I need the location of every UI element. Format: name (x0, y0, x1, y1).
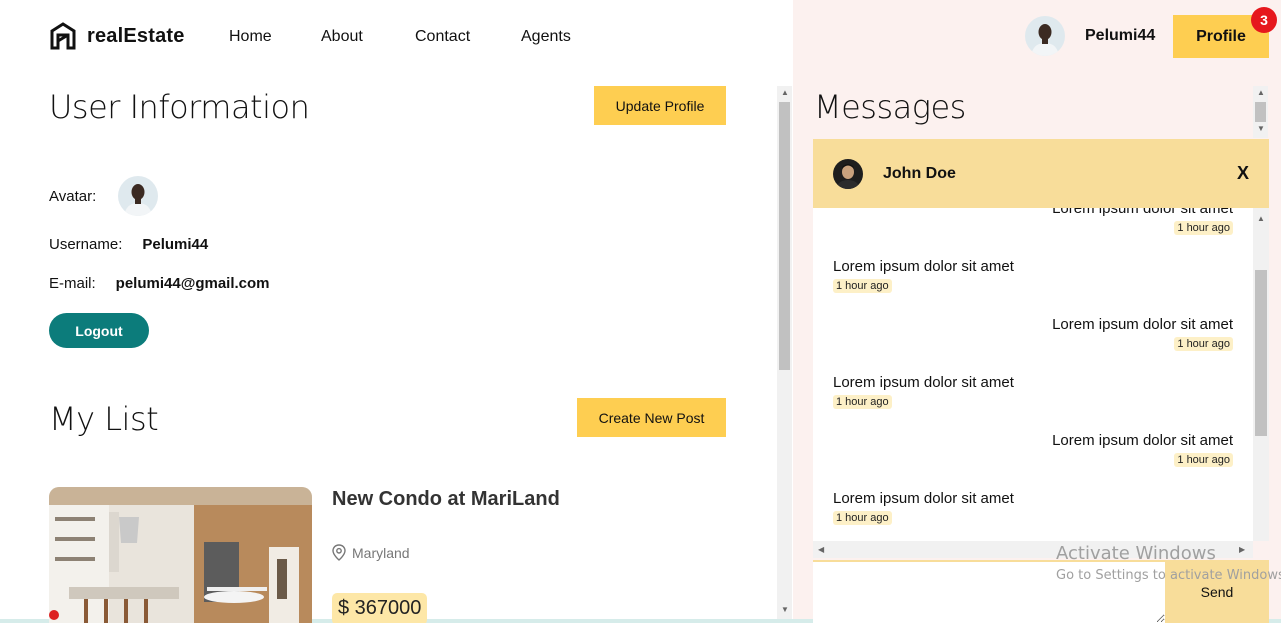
update-profile-button[interactable]: Update Profile (594, 86, 726, 125)
post-image[interactable] (49, 487, 312, 623)
chat-contact-name: John Doe (883, 164, 956, 182)
scroll-up-arrow-icon[interactable]: ▲ (1257, 214, 1265, 223)
message-time: 1 hour ago (833, 279, 892, 293)
windows-watermark-title: Activate Windows (1056, 543, 1216, 564)
my-list-title: My List (49, 400, 159, 438)
chat-header: John Doe X (813, 139, 1269, 208)
message-text: Lorem ipsum dolor sit amet (1052, 432, 1233, 449)
avatar (118, 176, 159, 216)
avatar-label: Avatar: (49, 187, 97, 205)
message-text: Lorem ipsum dolor sit amet (833, 490, 1014, 507)
scrollbar-thumb[interactable] (779, 102, 790, 370)
chat-messages: Lorem ipsum dolor sit amet 1 hour ago Lo… (813, 208, 1253, 541)
email-value: pelumi44@gmail.com (115, 275, 270, 292)
notification-badge: 3 (1251, 7, 1277, 33)
avatar-row: Avatar: (49, 176, 159, 216)
chat-message: Lorem ipsum dolor sit amet 1 hour ago (1052, 208, 1233, 235)
username-row: Username: Pelumi44 (49, 236, 208, 253)
email-row: E-mail: pelumi44@gmail.com (49, 275, 270, 292)
user-info-title: User Information (49, 88, 310, 126)
brand-logo[interactable]: realEstate (49, 22, 185, 50)
post-location: Maryland (332, 544, 410, 561)
scroll-left-arrow-icon[interactable]: ◀ (818, 545, 824, 554)
logout-button[interactable]: Logout (49, 313, 149, 348)
nav-link-about[interactable]: About (321, 28, 363, 46)
nav-link-home[interactable]: Home (229, 28, 272, 46)
message-time: 1 hour ago (833, 395, 892, 409)
message-time: 1 hour ago (1174, 453, 1233, 467)
scroll-down-arrow-icon[interactable]: ▼ (1257, 124, 1265, 133)
left-pane-scrollbar[interactable]: ▲ ▼ (777, 86, 792, 619)
location-pin-icon (332, 544, 346, 561)
avatar (1025, 16, 1065, 56)
scroll-up-arrow-icon[interactable]: ▲ (781, 88, 789, 97)
scroll-up-arrow-icon[interactable]: ▲ (1257, 88, 1265, 97)
logo-icon (50, 22, 76, 50)
message-time: 1 hour ago (1174, 337, 1233, 351)
page: realEstate Home About Contact Agents Pel… (0, 0, 1281, 623)
post-price: $ 367000 (332, 593, 428, 623)
nav-username[interactable]: Pelumi44 (1085, 27, 1155, 45)
scroll-right-arrow-icon[interactable]: ▶ (1239, 545, 1245, 554)
chat-message: Lorem ipsum dolor sit amet 1 hour ago (833, 490, 1014, 525)
chat-message: Lorem ipsum dolor sit amet 1 hour ago (1052, 432, 1233, 467)
message-time: 1 hour ago (833, 511, 892, 525)
post-location-text: Maryland (352, 544, 410, 561)
create-post-button[interactable]: Create New Post (577, 398, 726, 437)
chat-message: Lorem ipsum dolor sit amet 1 hour ago (1052, 316, 1233, 351)
nav-user: Pelumi44 (1025, 16, 1155, 56)
chat-message: Lorem ipsum dolor sit amet 1 hour ago (833, 258, 1014, 293)
username-value: Pelumi44 (142, 236, 209, 253)
nav-link-contact[interactable]: Contact (415, 28, 470, 46)
message-text: Lorem ipsum dolor sit amet (833, 258, 1014, 275)
message-text: Lorem ipsum dolor sit amet (1052, 208, 1233, 217)
post-title[interactable]: New Condo at MariLand (332, 488, 560, 511)
message-time: 1 hour ago (1174, 221, 1233, 235)
nav-link-agents[interactable]: Agents (521, 28, 571, 46)
avatar (833, 158, 863, 189)
email-label: E-mail: (49, 275, 96, 292)
message-text: Lorem ipsum dolor sit amet (833, 374, 1014, 391)
message-text: Lorem ipsum dolor sit amet (1052, 316, 1233, 333)
windows-watermark-subtitle: Go to Settings to activate Windows. (1056, 568, 1281, 583)
scroll-down-arrow-icon[interactable]: ▼ (781, 605, 789, 614)
chat-message: Lorem ipsum dolor sit amet 1 hour ago (833, 374, 1014, 409)
username-label: Username: (49, 236, 123, 253)
messages-title: Messages (814, 88, 966, 126)
chat-vertical-scrollbar[interactable]: ▲ (1253, 208, 1269, 541)
chat-close-button[interactable]: X (1237, 163, 1249, 184)
messages-scrollbar[interactable]: ▲ ▼ (1253, 86, 1268, 138)
scrollbar-thumb[interactable] (1255, 270, 1267, 436)
scrollbar-thumb[interactable] (1255, 102, 1266, 122)
brand-name: realEstate (87, 24, 185, 47)
